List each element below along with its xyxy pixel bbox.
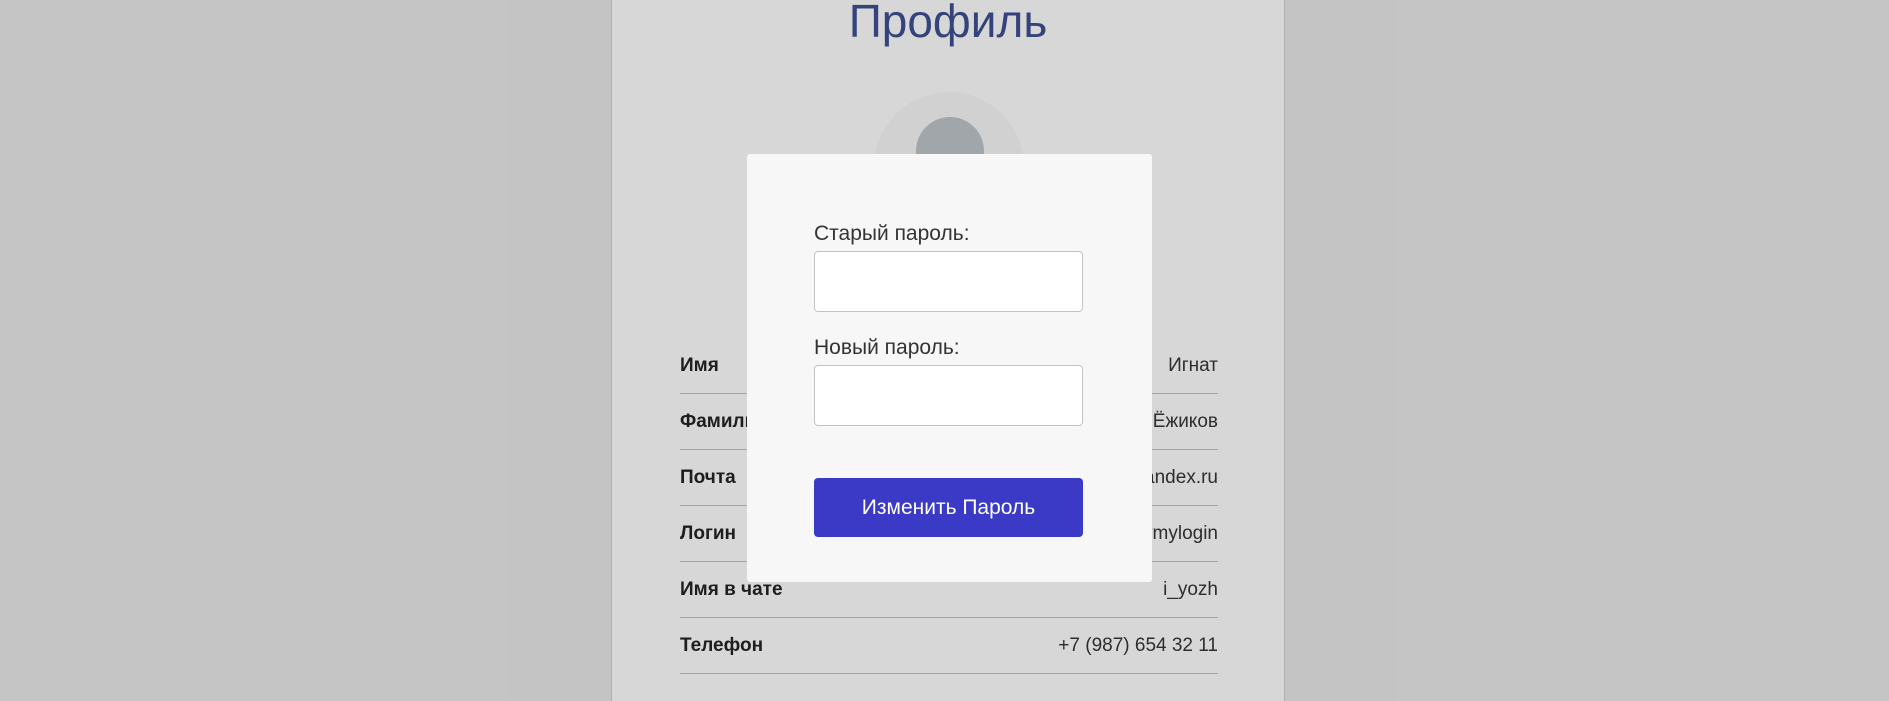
new-password-input[interactable] — [814, 365, 1083, 426]
change-password-modal: Старый пароль: Новый пароль: Изменить Па… — [747, 154, 1152, 582]
old-password-label: Старый пароль: — [814, 222, 970, 245]
old-password-input[interactable] — [814, 251, 1083, 312]
change-password-button[interactable]: Изменить Пароль — [814, 478, 1083, 537]
profile-page: Профиль Имя Игнат Фамилия Ёжиков Почта p… — [0, 0, 1889, 701]
new-password-label: Новый пароль: — [814, 336, 960, 359]
